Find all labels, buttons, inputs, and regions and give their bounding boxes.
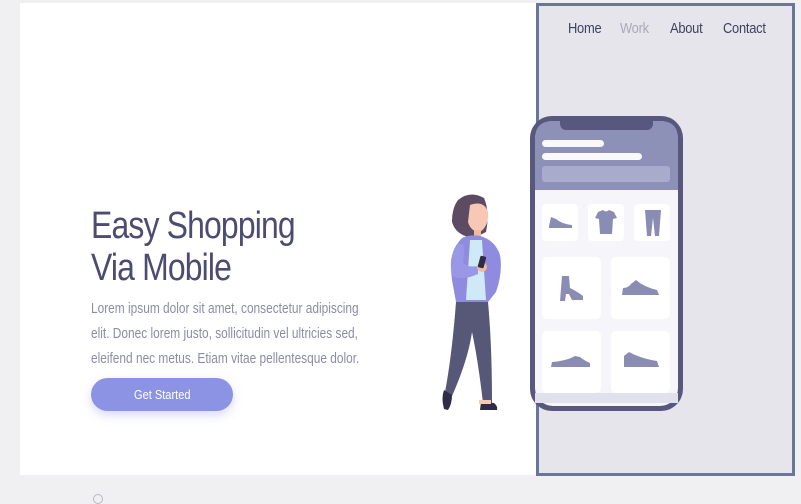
- scroll-indicator: [93, 494, 103, 504]
- nav-contact[interactable]: Contact: [723, 20, 766, 37]
- nav-about[interactable]: About: [670, 20, 703, 37]
- top-nav: Home Work About Contact: [539, 20, 792, 40]
- hero-title: Easy Shopping Via Mobile: [91, 205, 368, 289]
- hero-title-line1: Easy Shopping: [91, 205, 296, 247]
- hero-description: Lorem ipsum dolor sit amet, consectetur …: [91, 301, 360, 367]
- product-tile[interactable]: [542, 257, 601, 319]
- phone-mockup: [530, 116, 683, 411]
- nav-work[interactable]: Work: [620, 20, 649, 37]
- nav-home[interactable]: Home: [568, 20, 602, 37]
- get-started-button[interactable]: Get Started: [91, 378, 233, 411]
- hero-title-line2: Via Mobile: [91, 247, 232, 289]
- get-started-label: Get Started: [133, 387, 191, 402]
